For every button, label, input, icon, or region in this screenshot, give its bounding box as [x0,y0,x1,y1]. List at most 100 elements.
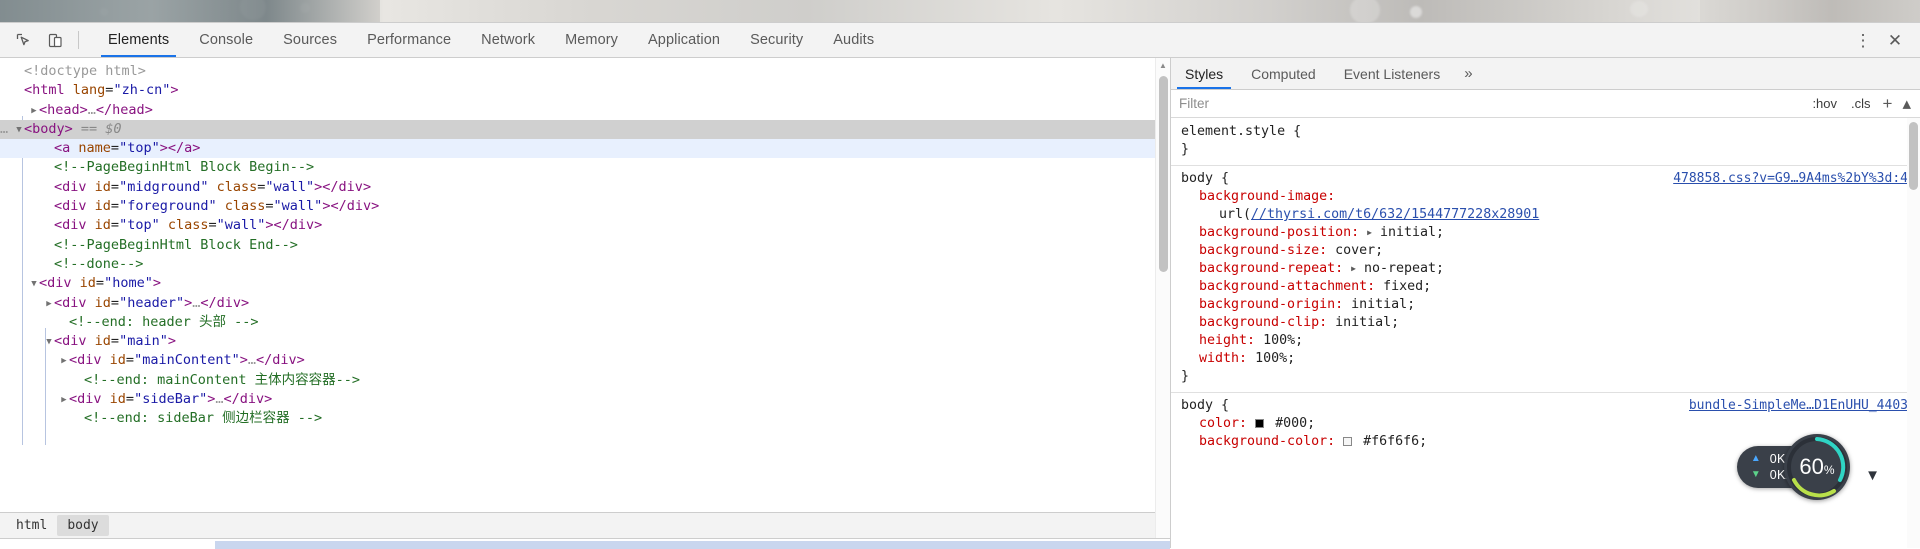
node-expand-triangle-icon[interactable]: ▶ [44,159,54,178]
css-value[interactable]: no-repeat; [1364,261,1444,276]
css-declaration[interactable]: height: 100%; [1181,332,1920,350]
dom-node-row[interactable]: ▶<a name="top"></a> [0,139,1170,159]
node-ellipsis-icon[interactable]: … [0,120,8,139]
node-expand-triangle-icon[interactable]: ▶ [14,63,24,82]
css-declaration[interactable]: background-origin: initial; [1181,296,1920,314]
css-declaration[interactable]: background-clip: initial; [1181,314,1920,332]
styles-scrollbar-thumb[interactable] [1909,122,1918,190]
widget-collapse-caret-icon[interactable]: ▼ [1865,467,1880,484]
breadcrumb-item-html[interactable]: html [6,515,57,536]
css-rule[interactable]: element.style {} [1181,123,1920,161]
dom-tree-scrollbar[interactable]: ▲ ▼ [1155,58,1170,548]
dom-node-row[interactable]: ▶<html lang="zh-cn"> [0,81,1170,100]
node-expand-triangle-icon[interactable]: ▶ [29,102,39,121]
node-expand-triangle-icon[interactable]: ▼ [44,333,54,352]
node-expand-triangle-icon[interactable]: ▶ [44,198,54,217]
node-expand-triangle-icon[interactable]: ▶ [59,314,69,333]
css-property[interactable]: width: [1199,351,1247,366]
tab-network[interactable]: Network [466,23,550,57]
scroll-up-icon[interactable]: ▲ [1156,58,1170,72]
dom-node-row[interactable]: ▶<!--PageBeginHtml Block End--> [0,236,1170,255]
css-value[interactable]: #000; [1275,416,1315,431]
dom-node-row[interactable]: ▶<div id="midground" class="wall"></div> [0,178,1170,197]
css-value[interactable]: 100%; [1255,351,1295,366]
css-value[interactable]: initial; [1380,225,1444,240]
dom-node-row[interactable]: ▶<!doctype html> [0,62,1170,81]
node-expand-triangle-icon[interactable]: ▶ [44,256,54,275]
css-declaration[interactable]: width: 100%; [1181,350,1920,368]
dom-node-row[interactable]: ▶<!--PageBeginHtml Block Begin--> [0,158,1170,177]
css-url-link[interactable]: //thyrsi.com/t6/632/1544777228x28901 [1251,207,1539,222]
dom-node-row[interactable]: ▶<!--end: mainContent 主体内容容器--> [0,371,1170,390]
tab-memory[interactable]: Memory [550,23,633,57]
inspect-element-icon[interactable] [10,27,36,53]
dom-node-row[interactable]: ▶<!--end: sideBar 侧边栏容器 --> [0,409,1170,428]
more-options-icon[interactable]: ⋮ [1848,25,1878,55]
dom-scrollbar-thumb[interactable] [1159,76,1168,272]
dom-node-row[interactable]: ▶<div id="foreground" class="wall"></div… [0,197,1170,216]
css-declaration[interactable]: background-repeat: ▶ no-repeat; [1181,260,1920,278]
tab-audits[interactable]: Audits [818,23,889,57]
new-style-rule-button[interactable]: + [1878,95,1898,112]
css-property[interactable]: background-clip: [1199,315,1327,330]
node-expand-triangle-icon[interactable]: ▶ [44,217,54,236]
close-icon[interactable]: ✕ [1880,25,1910,55]
cpu-usage-gauge[interactable]: 60% [1784,434,1850,500]
tab-styles[interactable]: Styles [1171,58,1237,89]
node-expand-triangle-icon[interactable]: ▶ [44,237,54,256]
css-property[interactable]: background-position: [1199,225,1359,240]
css-source-link[interactable]: 478858.css?v=G9…9A4ms%2bY%3d:4 [1673,170,1908,188]
css-property[interactable]: color: [1199,416,1247,431]
dom-node-row[interactable]: ▶ <head>…</head> [0,101,1170,120]
styles-scrollbar[interactable] [1907,118,1920,548]
dom-node-row[interactable]: ▶<div id="top" class="wall"></div> [0,216,1170,235]
styles-overflow-chevron-icon[interactable]: » [1454,58,1482,89]
tab-computed[interactable]: Computed [1237,58,1330,89]
expand-triangle-icon[interactable]: ▶ [1367,228,1372,237]
dom-node-row[interactable]: ▼ <div id="main"> [0,332,1170,351]
cls-toggle-button[interactable]: .cls [1844,96,1878,111]
color-swatch[interactable] [1255,419,1265,428]
css-selector[interactable]: body { [1181,171,1229,186]
styles-scroll-up-icon[interactable]: ▴ [1897,95,1916,112]
css-value[interactable]: cover; [1335,243,1383,258]
node-expand-triangle-icon[interactable]: ▶ [14,82,24,101]
dom-node-row[interactable]: ▶ <div id="sideBar">…</div> [0,390,1170,409]
tab-security[interactable]: Security [735,23,818,57]
css-property[interactable]: background-size: [1199,243,1327,258]
css-selector[interactable]: element.style { [1181,124,1301,139]
css-property[interactable]: background-color: [1199,434,1335,449]
node-expand-triangle-icon[interactable]: ▼ [29,275,39,294]
dom-tree[interactable]: ▶<!doctype html>▶<html lang="zh-cn">▶<he… [0,58,1170,512]
hov-toggle-button[interactable]: :hov [1805,96,1844,111]
css-declaration[interactable]: background-position: ▶ initial; [1181,224,1920,242]
network-speed-widget[interactable]: ▲ 0K/s ▼ 0K/s 60% ▼ [1736,434,1880,500]
css-declaration[interactable]: background-size: cover; [1181,242,1920,260]
dom-node-row[interactable]: … ▼ <body> == $0 [0,119,1170,140]
color-swatch[interactable] [1343,437,1353,446]
css-rule[interactable]: 478858.css?v=G9…9A4ms%2bY%3d:4 body { back… [1181,170,1920,388]
css-value-continuation[interactable]: url(//thyrsi.com/t6/632/1544777228x28901 [1181,206,1920,224]
breadcrumb-item-body[interactable]: body [57,515,109,536]
node-expand-triangle-icon[interactable]: ▶ [74,410,84,429]
css-property[interactable]: height: [1199,333,1255,348]
device-toolbar-icon[interactable] [42,27,68,53]
tab-elements[interactable]: Elements [93,23,184,57]
css-declaration[interactable]: background-attachment: fixed; [1181,278,1920,296]
node-expand-triangle-icon[interactable]: ▶ [59,352,69,371]
dom-node-row[interactable]: ▶<!--end: header 头部 --> [0,313,1170,332]
dom-node-row[interactable]: ▶ <div id="header">…</div> [0,294,1170,313]
tab-performance[interactable]: Performance [352,23,466,57]
css-value[interactable]: initial; [1351,297,1415,312]
css-value[interactable]: #f6f6f6; [1363,434,1427,449]
css-selector[interactable]: body { [1181,398,1229,413]
css-property[interactable]: background-origin: [1199,297,1343,312]
dom-node-row[interactable]: ▶<!--done--> [0,255,1170,274]
node-expand-triangle-icon[interactable]: ▶ [74,372,84,391]
css-declaration[interactable]: color: #000; [1181,415,1920,433]
node-expand-triangle-icon[interactable]: ▶ [44,140,54,159]
styles-filter-input[interactable] [1177,92,1800,115]
css-source-link[interactable]: bundle-SimpleMe…D1EnUHU_4403 [1689,397,1908,415]
css-property[interactable]: background-attachment: [1199,279,1375,294]
css-property[interactable]: background-image: [1199,189,1335,204]
